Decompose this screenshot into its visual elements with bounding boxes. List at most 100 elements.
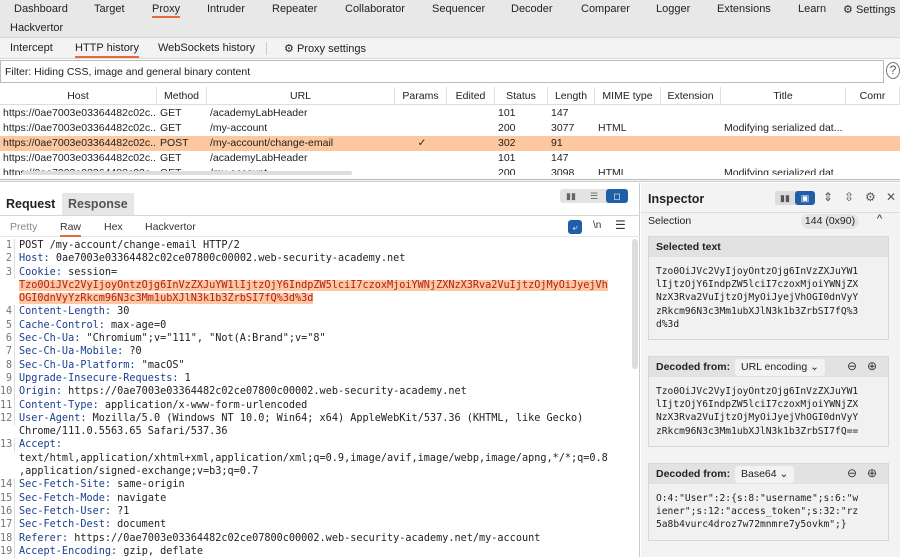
cell-mime: HTML xyxy=(598,167,627,175)
code-line: 13 Accept: xyxy=(0,438,632,452)
column-header-url[interactable]: URL xyxy=(207,87,395,105)
selection-row[interactable]: Selection 144 (0x90) ^ xyxy=(641,212,900,230)
layout-list-icon[interactable]: ▮▮ xyxy=(775,191,795,205)
tab-decoder[interactable]: Decoder xyxy=(511,3,553,15)
decoded-url-value[interactable]: Tzo0OiJVc2VyIjoyOntzOjg6InVzZXJuYW1 lIjt… xyxy=(649,377,888,446)
tab-collaborator[interactable]: Collaborator xyxy=(345,3,405,15)
column-header-status[interactable]: Status xyxy=(495,87,548,105)
add-icon[interactable]: ⊕ xyxy=(867,466,877,480)
column-header-edited[interactable]: Edited xyxy=(447,87,495,105)
column-header-host[interactable]: Host xyxy=(0,87,157,105)
proxy-settings-button[interactable]: ⚙ Proxy settings xyxy=(284,42,366,55)
header-key: Sec-Ch-Ua xyxy=(19,333,75,345)
tab-comparer[interactable]: Comparer xyxy=(581,3,630,15)
filter-bar[interactable]: Filter: Hiding CSS, image and general bi… xyxy=(0,60,884,83)
collapse-all-icon[interactable]: ⇳ xyxy=(844,190,854,204)
layout-single-icon[interactable]: ◻ xyxy=(606,189,628,203)
layout-columns-icon[interactable]: ▮▮ xyxy=(560,189,582,203)
column-header-title[interactable]: Title xyxy=(721,87,846,105)
layout-panel-icon[interactable]: ▣ xyxy=(795,191,815,205)
column-header-method[interactable]: Method xyxy=(157,87,207,105)
remove-icon[interactable]: ⊖ xyxy=(847,359,857,373)
word-wrap-icon[interactable]: ⤶ xyxy=(568,220,582,234)
tab-extensions[interactable]: Extensions xyxy=(717,3,771,15)
tab-intruder[interactable]: Intruder xyxy=(207,3,245,15)
menu-icon[interactable]: ☰ xyxy=(615,218,626,232)
divider xyxy=(266,42,267,55)
tab-request[interactable]: Request xyxy=(0,193,61,215)
settings-label: Settings xyxy=(855,4,896,16)
tab-learn[interactable]: Learn xyxy=(798,3,826,15)
tab-repeater[interactable]: Repeater xyxy=(272,3,317,15)
code-line: 3 Cookie: session= xyxy=(0,265,632,279)
tab-raw[interactable]: Raw xyxy=(60,221,82,237)
tab-response[interactable]: Response xyxy=(62,193,134,215)
header-value: 1 xyxy=(178,372,191,384)
help-icon[interactable]: ? xyxy=(886,62,900,79)
gear-icon[interactable]: ⚙ xyxy=(865,190,876,204)
column-header-length[interactable]: Length xyxy=(548,87,595,105)
tab-hackvertor[interactable]: Hackvertor xyxy=(145,221,196,233)
horizontal-scrollbar[interactable] xyxy=(22,171,352,175)
request-editor[interactable]: 1 POST /my-account/change-email HTTP/2 2 Ho… xyxy=(0,239,632,559)
table-row[interactable]: https://0ae7003e03364482c02c... GET/acade… xyxy=(0,151,900,166)
column-header-params[interactable]: Params xyxy=(395,87,447,105)
code-line: 8 Sec-Ch-Ua-Platform: "macOS" xyxy=(0,358,632,372)
column-header-extension[interactable]: Extension xyxy=(661,87,721,105)
cell-mime: HTML xyxy=(598,122,627,134)
vertical-scrollbar[interactable] xyxy=(632,239,638,369)
add-icon[interactable]: ⊕ xyxy=(867,359,877,373)
code-line: text/html,application/xhtml+xml,applicat… xyxy=(0,452,632,465)
newline-toggle[interactable]: \n xyxy=(593,220,601,231)
cell-length: 3077 xyxy=(551,122,575,134)
selected-text-value[interactable]: Tzo0OiJVc2VyIjoyOntzOjg6InVzZXJuYW1 lIjt… xyxy=(649,257,888,340)
cell-edited xyxy=(450,121,494,136)
selection-label: Selection xyxy=(648,215,692,227)
tab-intercept[interactable]: Intercept xyxy=(10,42,53,54)
tab-target[interactable]: Target xyxy=(94,3,125,15)
cell-params: ✓ xyxy=(417,137,427,149)
table-header: Host Method URL Params Edited Status Length MIM… xyxy=(0,87,900,105)
decoded-base64-value[interactable]: O:4:"User":2:{s:8:"username";s:6:"w iene… xyxy=(649,484,888,540)
tab-proxy[interactable]: Proxy xyxy=(152,3,181,18)
expand-all-icon[interactable]: ⇕ xyxy=(823,190,833,204)
table-row[interactable]: https://0ae7003e03364482c02c... POST/my-a… xyxy=(0,136,900,151)
split-divider[interactable] xyxy=(0,179,900,182)
tab-websockets-history[interactable]: WebSockets history xyxy=(158,42,255,54)
cell-mime xyxy=(598,106,660,121)
tab-pretty[interactable]: Pretty xyxy=(10,221,37,233)
tab-http-history[interactable]: HTTP history xyxy=(75,42,139,58)
header-value: https://0ae7003e03364482c02ce07800c00002… xyxy=(68,532,541,544)
close-icon[interactable]: ✕ xyxy=(886,190,896,204)
table-row[interactable]: https://0ae7003e03364482c02c... GET/my-ac… xyxy=(0,121,900,136)
code-line: 4 Content-Length: 30 xyxy=(0,305,632,319)
cell-edited xyxy=(450,166,494,175)
chevron-up-icon[interactable]: ^ xyxy=(877,213,882,225)
cell-method: GET xyxy=(160,152,182,164)
column-header-mime-type[interactable]: MIME type xyxy=(595,87,661,105)
header-key: Sec-Ch-Ua-Mobile xyxy=(19,346,118,358)
table-row[interactable]: https://0ae7003e03364482c02c... GET/acade… xyxy=(0,106,900,121)
header-value: Chrome/111.0.5563.65 Safari/537.36 xyxy=(19,426,228,438)
line-number: 2 xyxy=(0,252,15,266)
encoding-dropdown[interactable]: Base64 ⌄ xyxy=(735,466,795,483)
cell-url: /my-account/change-email xyxy=(210,137,334,149)
encoding-dropdown[interactable]: URL encoding ⌄ xyxy=(735,359,825,376)
cell-host: https://0ae7003e03364482c02c... xyxy=(3,152,156,164)
tab-dashboard[interactable]: Dashboard xyxy=(14,3,68,15)
layout-rows-icon[interactable]: ☰ xyxy=(583,189,605,203)
header-value: gzip, deflate xyxy=(117,545,204,557)
tab-logger[interactable]: Logger xyxy=(656,3,690,15)
tab-hackvertor[interactable]: Hackvertor xyxy=(10,22,63,34)
remove-icon[interactable]: ⊖ xyxy=(847,466,857,480)
settings-button[interactable]: ⚙ Settings xyxy=(843,3,896,16)
selected-cookie-value: Tzo0OiJVc2VyIjoyOntzOjg6InVzZXJuYW1lIjtz… xyxy=(19,279,608,291)
cell-host: https://0ae7003e03364482c02c... xyxy=(3,122,156,134)
code-line: 18 Referer: https://0ae7003e03364482c02ce… xyxy=(0,531,632,545)
line-number: 9 xyxy=(0,371,15,386)
tab-hex[interactable]: Hex xyxy=(104,221,123,233)
cell-ext xyxy=(664,166,720,175)
column-header-comr[interactable]: Comr xyxy=(846,87,900,105)
tab-sequencer[interactable]: Sequencer xyxy=(432,3,485,15)
header-key: Accept-Encoding xyxy=(19,545,112,557)
